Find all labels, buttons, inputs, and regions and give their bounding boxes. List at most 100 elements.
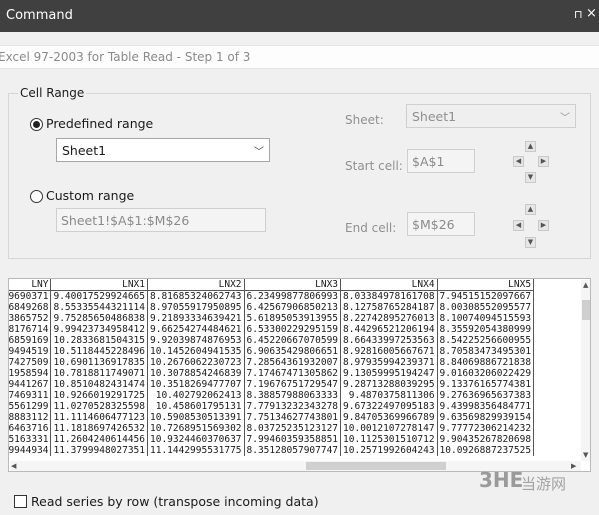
cell-value: 10.5908530513391	[150, 412, 242, 423]
cell-value: 10.3518269477707	[150, 379, 242, 390]
cell-value: 10.1452604941535	[150, 346, 242, 357]
data-preview-table: LNYLNX1LNX2LNX3LNX4LNX5 3996903710468492…	[8, 279, 535, 456]
column-values: 8.03384978161708 8.12758765284187 8.227428…	[340, 290, 438, 456]
cell-value: 365561299	[8, 401, 49, 412]
column-values: 8.81685324062743 8.97055917950895 9.218933…	[147, 290, 245, 456]
cell-value: 8.12758765284187	[343, 302, 435, 313]
custom-range-input[interactable]: Sheet1!$A$1:$M$26	[56, 208, 266, 232]
cell-value: 011958594	[8, 368, 49, 379]
cell-value: 7.75134627743801	[246, 412, 339, 423]
start-cell-left-button[interactable]: ◀	[513, 156, 524, 167]
start-cell-label: Start cell:	[345, 159, 403, 173]
pin-icon[interactable]: ⊓	[574, 8, 583, 21]
sheet-select[interactable]: Sheet1 ﹀	[406, 104, 576, 128]
transpose-checkbox[interactable]	[14, 495, 27, 508]
close-icon[interactable]: ×	[586, 6, 597, 21]
cell-value: 093865752	[8, 313, 49, 324]
cell-value: 988176714	[8, 324, 49, 335]
wizard-step-header: Excel 97-2003 for Table Read - Step 1 of…	[0, 45, 599, 69]
cell-value: 7.17467471305862	[246, 368, 339, 379]
scroll-left-icon[interactable]: ◀	[11, 462, 16, 470]
end-cell-input[interactable]: $M$26	[407, 212, 475, 236]
cell-value: 8.66433997253563	[343, 335, 435, 346]
cell-value: 11.1114606477123	[53, 412, 145, 423]
cell-value: 10.2833681504315	[53, 335, 145, 346]
start-cell-down-button[interactable]: ▼	[525, 172, 536, 183]
predefined-range-label[interactable]: Predefined range	[46, 116, 153, 131]
horizontal-scroll-thumb[interactable]	[306, 462, 446, 470]
cell-value: 8.35128057907747	[246, 445, 339, 456]
start-cell-value: $A$1	[412, 154, 445, 169]
vertical-scrollbar[interactable]: ▲ ▼	[581, 280, 590, 461]
cell-value: 9.99423734958412	[53, 324, 145, 335]
cell-value: 11.3799948027351	[53, 445, 145, 456]
cell-value: 8.97935994239371	[343, 357, 435, 368]
cell-value: 7.94515152097667	[439, 291, 532, 302]
cell-value: 8.84069886721838	[439, 357, 532, 368]
end-cell-down-button[interactable]: ▼	[525, 237, 536, 248]
cell-value: 8.00308552095577	[439, 302, 532, 313]
cell-value: 6.45220667070599	[246, 335, 339, 346]
custom-range-label[interactable]: Custom range	[46, 188, 134, 203]
cell-value: 10.0012107278147	[343, 423, 435, 434]
watermark-text: 当游网	[521, 475, 567, 493]
cell-value: 7.77913232343278	[246, 401, 339, 412]
transpose-label[interactable]: Read series by row (transpose incoming d…	[31, 494, 319, 509]
end-cell-up-button[interactable]: ▲	[525, 204, 536, 215]
cell-value: 10.7268951569302	[150, 423, 242, 434]
start-cell-up-button[interactable]: ▲	[525, 141, 536, 152]
cell-value: 8.03725235123127	[246, 423, 339, 434]
cell-value: 8.44296521206194	[343, 324, 435, 335]
cell-value: 9.4870375811306	[348, 390, 435, 401]
cell-value: 105163331	[8, 434, 49, 445]
cell-value: 9.13059995194247	[343, 368, 435, 379]
cell-value: 11.1818697426532	[53, 423, 145, 434]
cell-value: 9.28713288039295	[343, 379, 435, 390]
cell-value: 8.55335544321114	[53, 302, 145, 313]
cell-value: 8.70583473495301	[439, 346, 532, 357]
column-header: LNX1	[50, 279, 148, 291]
column-header: LNX4	[340, 279, 438, 291]
predefined-range-select[interactable]: Sheet1 ﹀	[56, 138, 270, 162]
sheet-label: Sheet:	[345, 113, 384, 127]
cell-value: 8.38857988063333	[246, 390, 339, 401]
end-cell-left-button[interactable]: ◀	[513, 220, 524, 231]
predefined-range-radio[interactable]	[30, 118, 43, 131]
column-values: 3996903710468492680938657529881767141168…	[8, 290, 52, 456]
title-bar: Command ⊓ ×	[0, 0, 599, 32]
cell-value: 9.13376165774381	[439, 379, 532, 390]
column-header: LNY	[9, 279, 52, 291]
cell-value: 10.3078854246839	[150, 368, 242, 379]
custom-range-radio[interactable]	[30, 190, 43, 203]
sheet-value: Sheet1	[412, 109, 457, 124]
cell-value: 9.21893334639421	[150, 313, 242, 324]
cell-value: 8.10074094515593	[439, 313, 532, 324]
scroll-up-icon[interactable]: ▲	[583, 281, 588, 289]
column-header: LNX2	[147, 279, 245, 291]
cell-value: 9.84705369966789	[343, 412, 435, 423]
wizard-step-title: Excel 97-2003 for Table Read - Step 1 of…	[0, 50, 251, 64]
vertical-scroll-thumb[interactable]	[582, 300, 590, 320]
data-preview-panel[interactable]: LNYLNX1LNX2LNX3LNX4LNX5 3996903710468492…	[8, 278, 591, 472]
cell-value: 8.35592054380999	[439, 324, 532, 335]
cell-value: 9.40017529924665	[53, 291, 145, 302]
start-cell-right-button[interactable]: ▶	[538, 156, 549, 167]
cell-value: 598883112	[8, 412, 49, 423]
cell-value: 10.402792062413	[155, 390, 242, 401]
chevron-down-icon: ﹀	[254, 147, 264, 158]
start-cell-input[interactable]: $A$1	[407, 149, 475, 173]
scroll-down-icon[interactable]: ▼	[583, 451, 588, 459]
cell-value: 026463716	[8, 423, 49, 434]
column-header: LNX3	[244, 279, 342, 291]
cell-value: 8.92816005667671	[343, 346, 435, 357]
end-cell-right-button[interactable]: ▶	[538, 220, 549, 231]
scroll-right-icon[interactable]: ▶	[571, 462, 576, 470]
cell-range-group-label: Cell Range	[18, 86, 87, 100]
cell-value: 649441267	[8, 379, 49, 390]
cell-value: 8.54225256600955	[439, 335, 532, 346]
cell-value: 11.0270528325598	[53, 401, 145, 412]
cell-value: 9.43998356484771	[439, 401, 532, 412]
cell-value: 9.63569829939154	[439, 412, 532, 423]
cell-value: 6.42567906850213	[246, 302, 339, 313]
cell-value: 9.90435267820698	[439, 434, 532, 445]
